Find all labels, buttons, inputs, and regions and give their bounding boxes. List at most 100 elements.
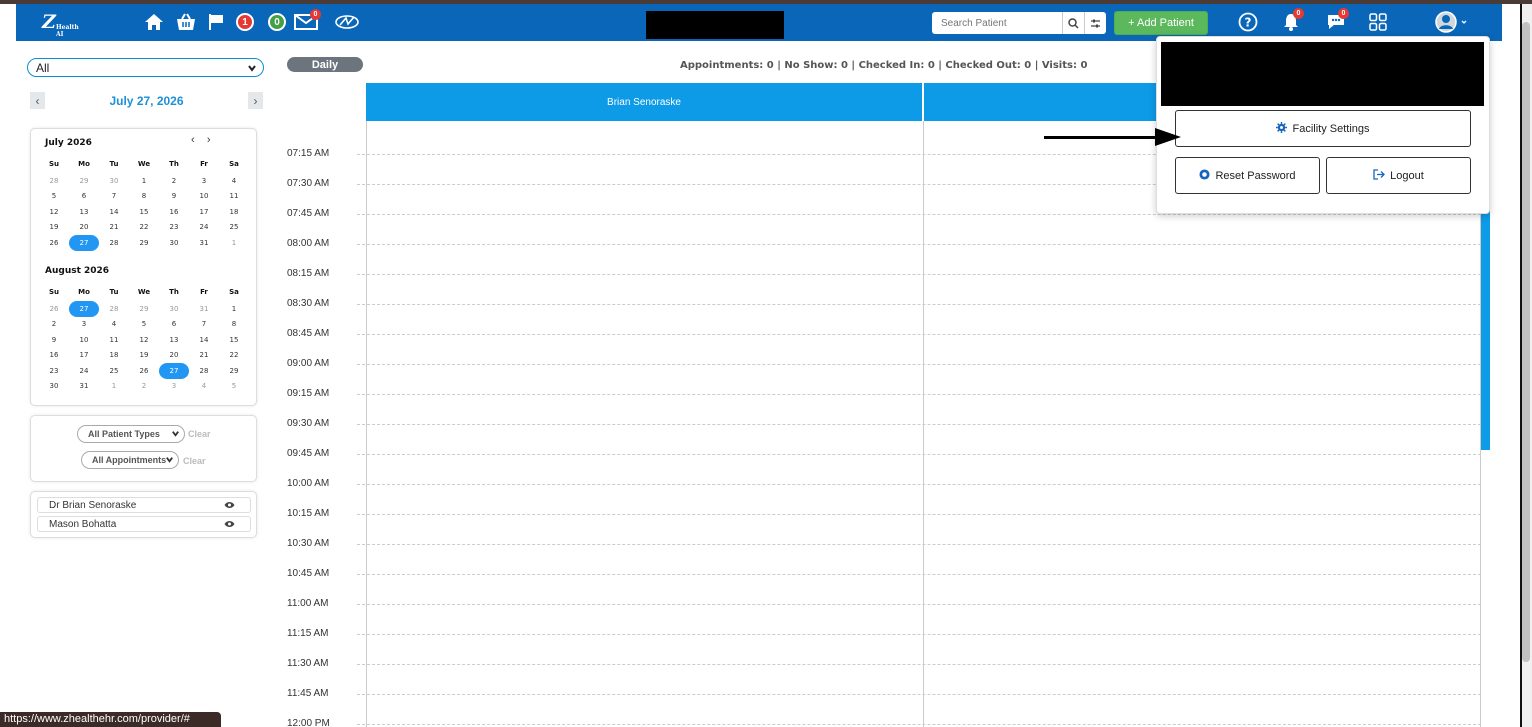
calendar-day[interactable]: 29	[69, 173, 99, 189]
time-slot-row[interactable]: 12:00 PM	[287, 718, 1481, 727]
calendar-day[interactable]: 1	[99, 379, 129, 395]
time-slot-row[interactable]: 11:45 AM	[287, 688, 1481, 718]
calendar-day[interactable]: 21	[189, 348, 219, 364]
clear-patient-type-link[interactable]: Clear	[188, 429, 211, 439]
calendar-day[interactable]: 31	[189, 301, 219, 317]
calendar-day[interactable]: 14	[189, 332, 219, 348]
time-slot-row[interactable]: 09:30 AM	[287, 418, 1481, 448]
next-day-button[interactable]: ›	[248, 92, 263, 109]
calendar-day[interactable]: 23	[39, 363, 69, 379]
calendar-day[interactable]: 1	[129, 173, 159, 189]
notifications-bell-icon[interactable]: 0	[1282, 8, 1304, 32]
calendar-day[interactable]: 1	[219, 235, 249, 251]
calendar-day[interactable]: 31	[189, 235, 219, 251]
calendar-day[interactable]: 17	[69, 348, 99, 364]
time-slot-row[interactable]: 08:00 AM	[287, 238, 1481, 268]
calendar-day[interactable]: 18	[219, 204, 249, 220]
calendar-day[interactable]: 28	[99, 235, 129, 251]
calendar-day[interactable]: 29	[219, 363, 249, 379]
calendar-day[interactable]: 11	[99, 332, 129, 348]
logout-button[interactable]: Logout	[1326, 157, 1471, 194]
calendar-day[interactable]: 16	[159, 204, 189, 220]
provider-row[interactable]: Mason Bohatta	[37, 516, 251, 532]
calendar-day[interactable]: 26	[39, 301, 69, 317]
calendar-day[interactable]: 31	[69, 379, 99, 395]
time-slot-row[interactable]: 11:30 AM	[287, 658, 1481, 688]
calendar-day[interactable]: 27	[69, 235, 99, 251]
calendar-day[interactable]: 2	[159, 173, 189, 189]
calendar-day[interactable]: 5	[129, 317, 159, 333]
calendar-day[interactable]: 29	[129, 301, 159, 317]
time-slot-row[interactable]: 08:45 AM	[287, 328, 1481, 358]
calendar-day[interactable]: 28	[39, 173, 69, 189]
calendar-day[interactable]: 15	[219, 332, 249, 348]
calendar-day[interactable]: 3	[159, 379, 189, 395]
basket-icon[interactable]	[176, 12, 196, 32]
calendar-day[interactable]: 9	[39, 332, 69, 348]
calendar-day[interactable]: 20	[159, 348, 189, 364]
calendar-prev-icon[interactable]: ‹	[191, 134, 195, 146]
provider-filter-select[interactable]: All	[27, 58, 264, 77]
provider-row[interactable]: Dr Brian Senoraske	[37, 497, 251, 513]
calendar-day[interactable]: 7	[99, 189, 129, 205]
calendar-day[interactable]: 23	[159, 220, 189, 236]
page-scrollbar[interactable]	[1520, 4, 1532, 727]
tasks-badge[interactable]: 0	[268, 12, 286, 32]
calendar-day[interactable]: 7	[189, 317, 219, 333]
chat-icon[interactable]: 0	[1325, 8, 1349, 32]
calendar-day[interactable]: 30	[159, 235, 189, 251]
mail-icon[interactable]: 0	[294, 9, 321, 32]
flag-icon[interactable]	[208, 12, 224, 32]
calendar-day[interactable]: 19	[39, 220, 69, 236]
time-slot-row[interactable]: 08:30 AM	[287, 298, 1481, 328]
calendar-next-icon[interactable]: ›	[207, 134, 211, 146]
time-slot-row[interactable]: 08:15 AM	[287, 268, 1481, 298]
time-slot-row[interactable]: 10:00 AM	[287, 478, 1481, 508]
calendar-day[interactable]: 22	[129, 220, 159, 236]
user-avatar-menu[interactable]	[1434, 11, 1468, 33]
calendar-day[interactable]: 25	[99, 363, 129, 379]
time-slot-row[interactable]: 11:00 AM	[287, 598, 1481, 628]
calendar-day[interactable]: 3	[69, 317, 99, 333]
time-slot-row[interactable]: 10:30 AM	[287, 538, 1481, 568]
calendar-day[interactable]: 28	[189, 363, 219, 379]
calendar-day[interactable]: 3	[189, 173, 219, 189]
calendar-day[interactable]: 2	[39, 317, 69, 333]
calendar-day[interactable]: 30	[99, 173, 129, 189]
calendar-day[interactable]: 5	[39, 189, 69, 205]
time-slot-row[interactable]: 10:15 AM	[287, 508, 1481, 538]
calendar-day[interactable]: 12	[39, 204, 69, 220]
calendar-day[interactable]: 27	[69, 301, 99, 317]
calendar-day[interactable]: 4	[189, 379, 219, 395]
time-slot-row[interactable]: 10:45 AM	[287, 568, 1481, 598]
calendar-day[interactable]: 28	[99, 301, 129, 317]
calendar-day[interactable]: 15	[129, 204, 159, 220]
calendar-day[interactable]: 26	[39, 235, 69, 251]
calendar-day[interactable]: 4	[99, 317, 129, 333]
apps-grid-icon[interactable]	[1369, 12, 1387, 32]
calendar-day[interactable]: 12	[129, 332, 159, 348]
facility-settings-button[interactable]: Facility Settings	[1175, 110, 1471, 147]
reset-password-button[interactable]: Reset Password	[1175, 157, 1320, 194]
calendar-day[interactable]: 25	[219, 220, 249, 236]
calendar-day[interactable]: 13	[159, 332, 189, 348]
calendar-day[interactable]: 24	[189, 220, 219, 236]
calendar-day[interactable]: 6	[159, 317, 189, 333]
calendar-day[interactable]: 18	[99, 348, 129, 364]
alerts-badge[interactable]: 1	[236, 12, 254, 32]
time-slot-row[interactable]: 09:00 AM	[287, 358, 1481, 388]
calendar-day[interactable]: 11	[219, 189, 249, 205]
calendar-day[interactable]: 5	[219, 379, 249, 395]
calendar-day[interactable]: 10	[189, 189, 219, 205]
calendar-day[interactable]: 8	[129, 189, 159, 205]
calendar-day[interactable]: 24	[69, 363, 99, 379]
search-patient-input[interactable]	[932, 12, 1062, 34]
app-logo[interactable]: Z Health AI	[42, 11, 86, 38]
calendar-day[interactable]: 13	[69, 204, 99, 220]
appointments-select[interactable]: All Appointments	[81, 451, 179, 469]
view-daily-toggle[interactable]: Daily	[287, 57, 363, 72]
calendar-day[interactable]: 22	[219, 348, 249, 364]
scrollbar-thumb[interactable]	[1522, 22, 1530, 662]
calendar-day[interactable]: 29	[129, 235, 159, 251]
home-icon[interactable]	[144, 12, 164, 32]
